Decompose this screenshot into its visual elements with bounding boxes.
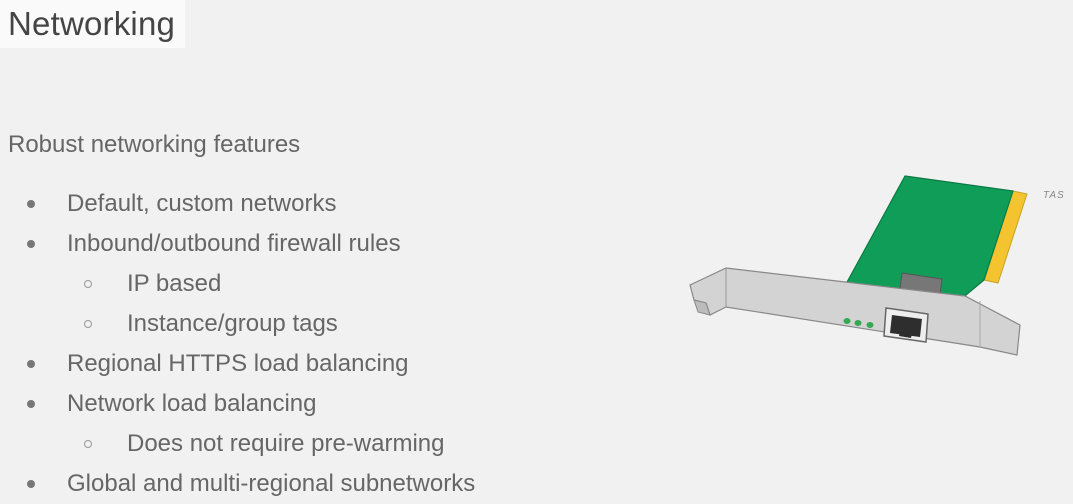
bullet-ring-icon: [81, 277, 95, 291]
sub-bullet-text: IP based: [127, 270, 222, 297]
bullet-dot-icon: [24, 477, 38, 491]
title-box: Networking: [0, 0, 186, 48]
sub-bullet-text: Instance/group tags: [127, 310, 338, 337]
bullet-ring-icon: [81, 437, 95, 451]
sub-bullet-text: Does not require pre-warming: [127, 430, 445, 457]
bullet-list: Default, custom networks Inbound/outboun…: [0, 184, 620, 504]
bullet-text: Regional HTTPS load balancing: [67, 350, 409, 377]
slide: Networking Robust networking features De…: [0, 0, 1073, 499]
bullet-ring-icon: [81, 317, 95, 331]
sub-bullet-item: Does not require pre-warming: [0, 424, 620, 464]
slide-subtitle: Robust networking features: [8, 131, 301, 158]
led-icon: [843, 318, 851, 324]
bullet-text: Inbound/outbound firewall rules: [67, 230, 401, 257]
bullet-item: Inbound/outbound firewall rules: [0, 224, 620, 264]
bullet-item: Default, custom networks: [0, 184, 620, 224]
led-icon: [866, 322, 874, 328]
sub-bullet-item: Instance/group tags: [0, 304, 620, 344]
bullet-item: Network load balancing: [0, 384, 620, 424]
bullet-dot-icon: [24, 397, 38, 411]
sub-bullet-item: IP based: [0, 264, 620, 304]
bullet-dot-icon: [24, 357, 38, 371]
led-icon: [854, 320, 862, 326]
bullet-dot-icon: [24, 197, 38, 211]
network-card-icon: [689, 175, 1028, 356]
bullet-text: Global and multi-regional subnetworks: [67, 470, 476, 497]
bullet-item: Regional HTTPS load balancing: [0, 344, 620, 384]
bullet-dot-icon: [24, 237, 38, 251]
bullet-item: Global and multi-regional subnetworks: [0, 464, 620, 504]
slide-title: Networking: [8, 5, 176, 42]
bullet-text: Network load balancing: [67, 390, 317, 417]
artist-signature: TAS: [1043, 190, 1065, 201]
bullet-text: Default, custom networks: [67, 190, 337, 217]
